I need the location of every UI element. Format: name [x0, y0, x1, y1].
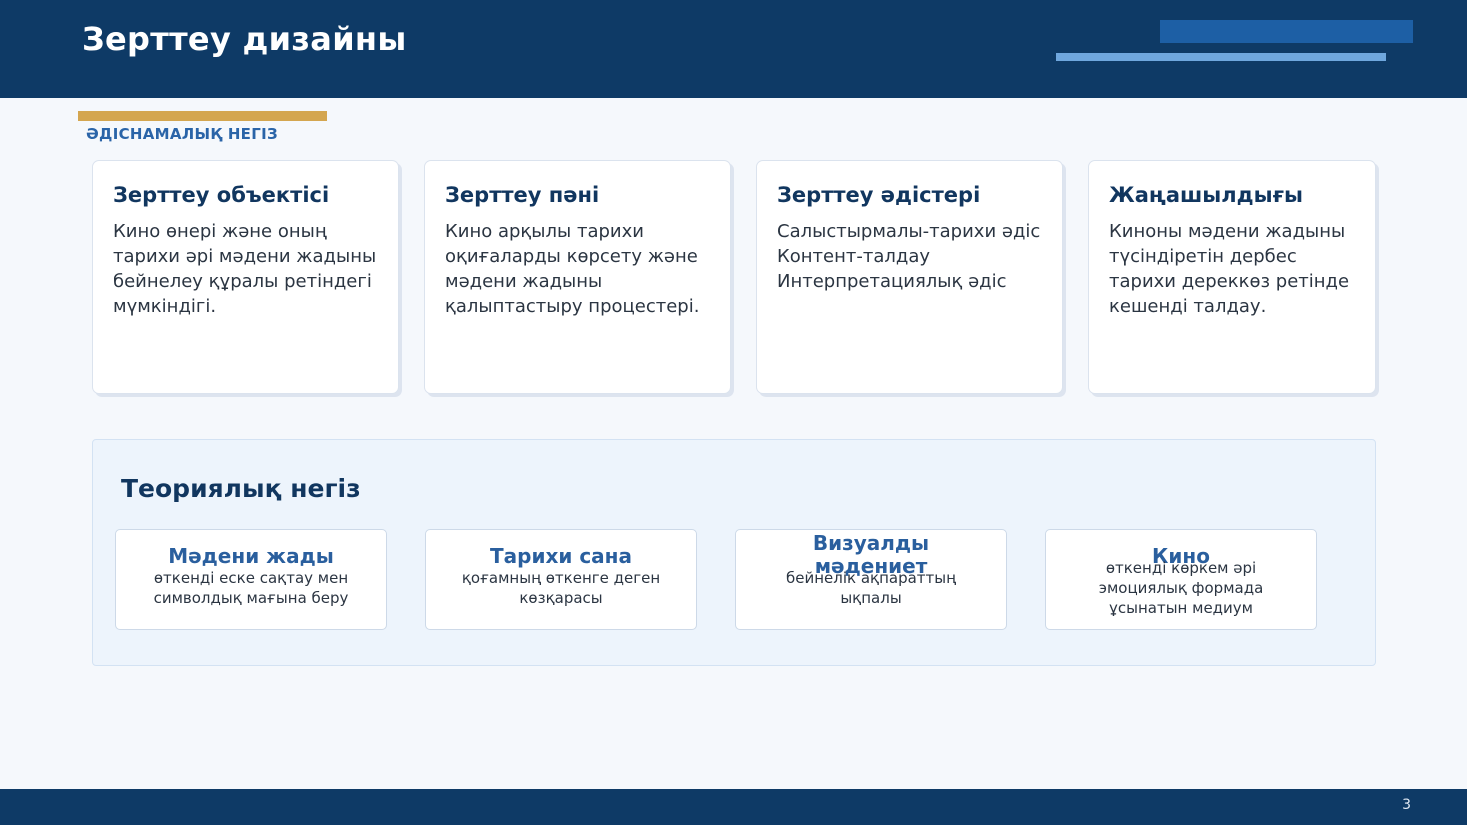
method-line: Салыстырмалы-тарихи әдіс	[777, 221, 1041, 242]
theory-item-title: Мәдени жады	[168, 544, 334, 568]
section-accent-bar	[78, 111, 327, 121]
method-line: Интерпретациялық әдіс	[777, 271, 1007, 292]
card-novelty: Жаңашылдығы Киноны мәдени жадыны түсінді…	[1088, 160, 1376, 394]
theory-title: Теориялық негіз	[121, 474, 361, 503]
card-title: Зерттеу объектісі	[113, 183, 330, 207]
card-research-methods: Зерттеу әдістері Салыстырмалы-тарихи әді…	[756, 160, 1063, 394]
slide-header: Зерттеу дизайны	[0, 0, 1467, 98]
card-text: Кино өнері және оның тарихи әрі мәдени ж…	[113, 221, 377, 317]
page-number: 3	[1402, 797, 1411, 813]
slide-title: Зерттеу дизайны	[82, 20, 407, 58]
theory-item-historical-consciousness: Тарихи сана қоғамның өткенге деген көзқа…	[425, 529, 697, 630]
theory-item-title: Тарихи сана	[489, 544, 632, 568]
theory-item-text: өткенді көркем әрі эмоциялық формада ұсы…	[1098, 559, 1264, 617]
theory-item-text: қоғамның өткенге деген көзқарасы	[461, 569, 661, 607]
card-title: Зерттеу әдістері	[777, 183, 981, 207]
card-text: Кино арқылы тарихи оқиғаларды көрсету жә…	[445, 221, 700, 317]
card-research-subject: Зерттеу пәні Кино арқылы тарихи оқиғалар…	[424, 160, 731, 394]
card-title: Зерттеу пәні	[445, 183, 600, 207]
card-text: Киноны мәдени жадыны түсіндіретін дербес…	[1109, 221, 1350, 317]
theory-item-cinema: Кино өткенді көркем әрі эмоциялық формад…	[1045, 529, 1317, 630]
method-line: Контент-талдау	[777, 246, 931, 267]
theory-item-visual-culture: Визуалды мәдениет бейнелік ақпараттың ық…	[735, 529, 1007, 630]
card-title: Жаңашылдығы	[1109, 183, 1304, 207]
theory-item-cultural-memory: Мәдени жады өткенді еске сақтау мен симв…	[115, 529, 387, 630]
card-research-object: Зерттеу объектісі Кино өнері және оның т…	[92, 160, 399, 394]
theory-item-text: өткенді еске сақтау мен символдық мағына…	[153, 569, 349, 607]
section-label: ӘДІСНАМАЛЫҚ НЕГІЗ	[86, 125, 278, 143]
slide-footer: 3	[0, 789, 1467, 825]
header-decor-bar-top	[1160, 20, 1413, 43]
theory-item-text: бейнелік ақпараттың ықпалы	[785, 569, 957, 607]
header-decor-bar-bottom	[1056, 53, 1386, 61]
